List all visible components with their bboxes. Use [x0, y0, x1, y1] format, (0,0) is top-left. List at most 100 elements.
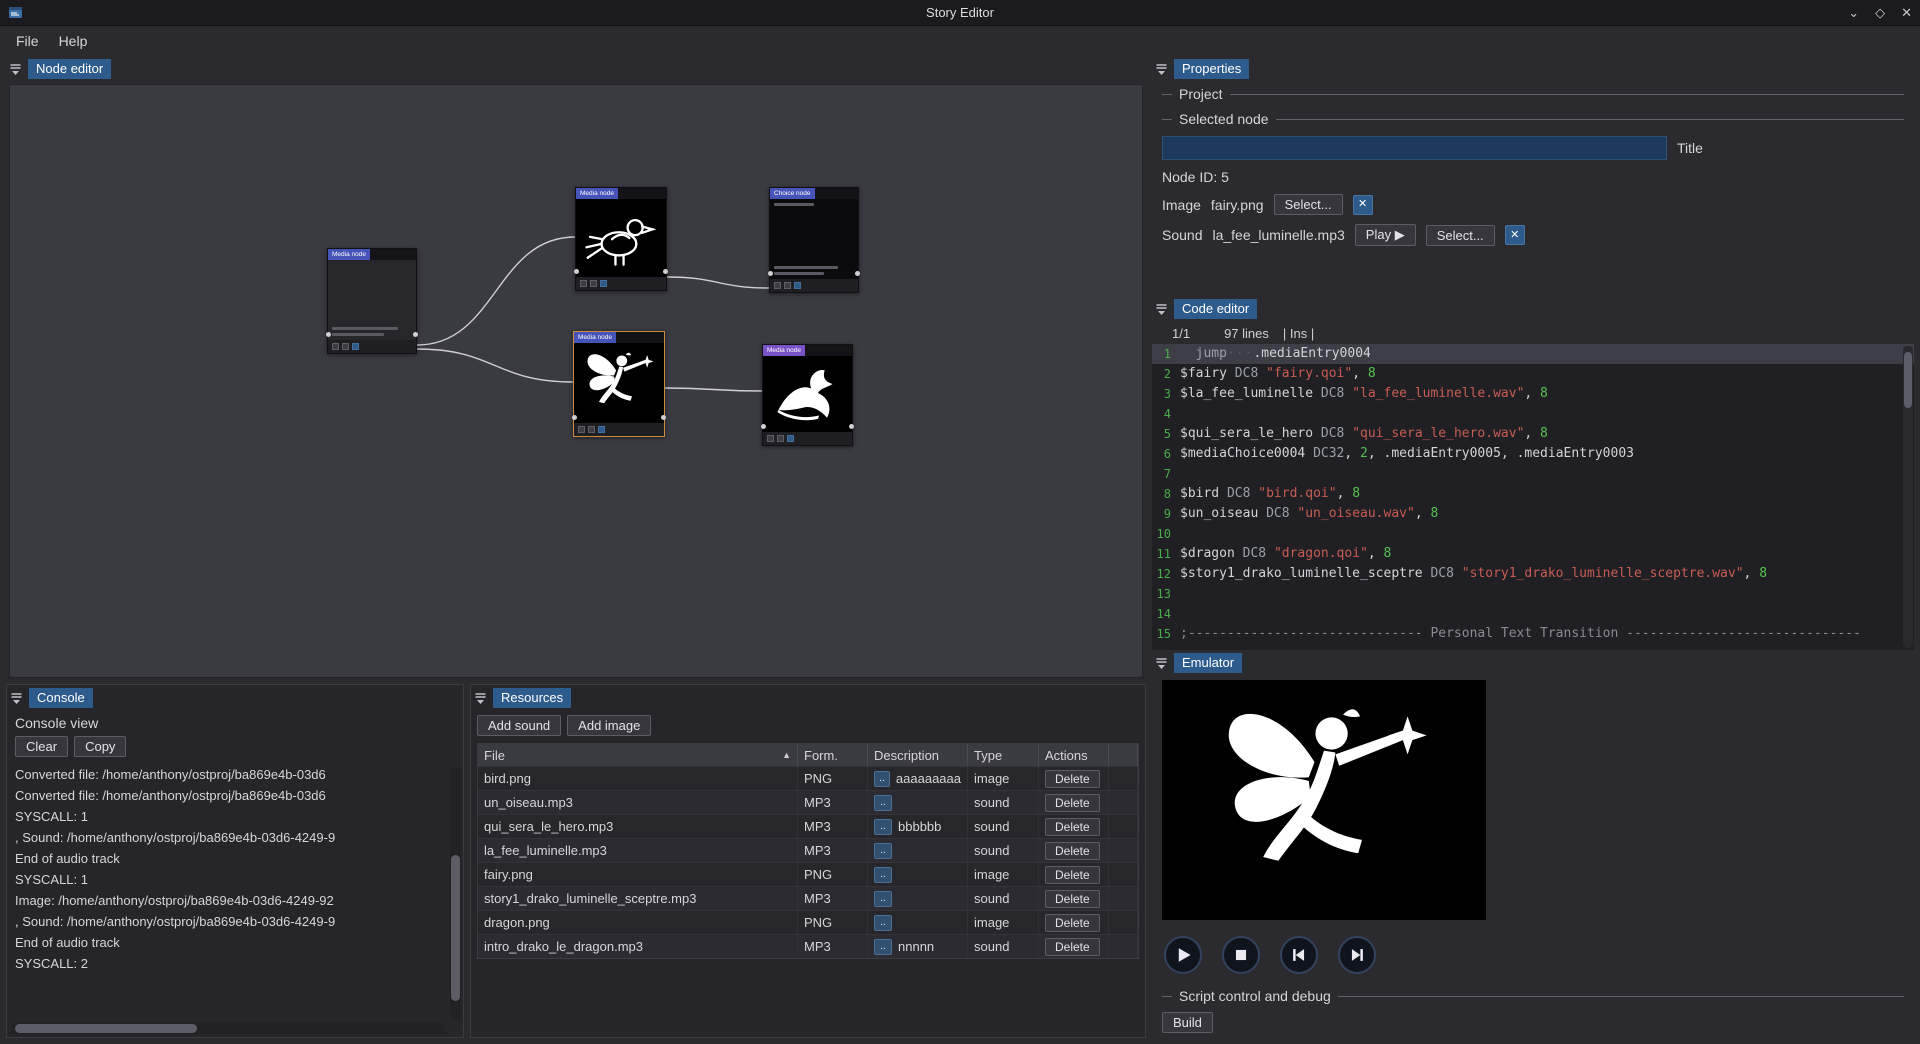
- delete-button[interactable]: Delete: [1045, 818, 1100, 836]
- panel-collapse-icon[interactable]: [1155, 303, 1168, 316]
- graph-node[interactable]: Media node: [575, 187, 667, 291]
- minimize-button[interactable]: ⌄: [1848, 5, 1859, 21]
- input-pin[interactable]: [572, 415, 577, 420]
- code-area[interactable]: 1 jump···.mediaEntry00042$fairy DC8 "fai…: [1152, 344, 1914, 650]
- node-mini-control[interactable]: [774, 282, 781, 289]
- table-row[interactable]: la_fee_luminelle.mp3MP3..soundDelete: [478, 838, 1138, 862]
- sound-select-button[interactable]: Select...: [1426, 225, 1495, 246]
- code-line[interactable]: 10: [1152, 524, 1914, 544]
- add-image-button[interactable]: Add image: [567, 715, 651, 736]
- code-line[interactable]: 11$dragon DC8 "dragon.qoi", 8: [1152, 544, 1914, 564]
- code-line[interactable]: 14: [1152, 604, 1914, 624]
- delete-button[interactable]: Delete: [1045, 770, 1100, 788]
- panel-collapse-icon[interactable]: [1155, 657, 1168, 670]
- edit-description-button[interactable]: ..: [874, 915, 892, 931]
- panel-collapse-icon[interactable]: [474, 692, 487, 705]
- output-pin[interactable]: [855, 271, 860, 276]
- play-button[interactable]: [1164, 936, 1202, 974]
- code-line[interactable]: 4: [1152, 404, 1914, 424]
- input-pin[interactable]: [768, 271, 773, 276]
- table-row[interactable]: dragon.pngPNG..imageDelete: [478, 910, 1138, 934]
- edit-description-button[interactable]: ..: [874, 795, 892, 811]
- edit-description-button[interactable]: ..: [874, 939, 892, 955]
- column-file[interactable]: File▲: [478, 744, 798, 766]
- node-mini-control[interactable]: [600, 280, 607, 287]
- node-mini-control[interactable]: [794, 282, 801, 289]
- panel-collapse-icon[interactable]: [9, 63, 22, 76]
- stop-button[interactable]: [1222, 936, 1260, 974]
- code-line[interactable]: 1 jump···.mediaEntry0004: [1152, 344, 1914, 364]
- input-pin[interactable]: [574, 269, 579, 274]
- prev-button[interactable]: [1280, 936, 1318, 974]
- delete-button[interactable]: Delete: [1045, 794, 1100, 812]
- scrollbar-thumb[interactable]: [451, 855, 460, 1001]
- image-clear-button[interactable]: ✕: [1353, 195, 1373, 215]
- node-mini-control[interactable]: [342, 343, 349, 350]
- code-line[interactable]: 3$la_fee_luminelle DC8 "la_fee_luminelle…: [1152, 384, 1914, 404]
- output-pin[interactable]: [661, 415, 666, 420]
- delete-button[interactable]: Delete: [1045, 890, 1100, 908]
- code-line[interactable]: 5$qui_sera_le_hero DC8 "qui_sera_le_hero…: [1152, 424, 1914, 444]
- input-pin[interactable]: [326, 332, 331, 337]
- maximize-button[interactable]: ◇: [1875, 5, 1885, 21]
- image-select-button[interactable]: Select...: [1274, 194, 1343, 215]
- node-mini-control[interactable]: [777, 435, 784, 442]
- tab-properties[interactable]: Properties: [1174, 59, 1249, 79]
- tab-code-editor[interactable]: Code editor: [1174, 299, 1257, 319]
- scrollbar-thumb[interactable]: [15, 1024, 197, 1033]
- tab-emulator[interactable]: Emulator: [1174, 653, 1242, 673]
- tab-node-editor[interactable]: Node editor: [28, 59, 111, 79]
- node-mini-control[interactable]: [784, 282, 791, 289]
- node-mini-control[interactable]: [332, 343, 339, 350]
- graph-node[interactable]: Media node: [573, 331, 665, 437]
- code-line[interactable]: 12$story1_drako_luminelle_sceptre DC8 "s…: [1152, 564, 1914, 584]
- edit-description-button[interactable]: ..: [874, 819, 892, 835]
- edit-description-button[interactable]: ..: [874, 867, 892, 883]
- graph-node[interactable]: Media node: [327, 248, 417, 354]
- console-horizontal-scrollbar[interactable]: [11, 1023, 445, 1034]
- titlebar[interactable]: Story Editor ⌄ ◇ ✕: [0, 0, 1920, 26]
- output-pin[interactable]: [413, 332, 418, 337]
- edit-description-button[interactable]: ..: [874, 843, 892, 859]
- sound-play-button[interactable]: Play ▶: [1355, 224, 1416, 246]
- table-row[interactable]: bird.pngPNG..aaaaaaaaaimageDelete: [478, 766, 1138, 790]
- title-input[interactable]: [1162, 136, 1667, 160]
- scrollbar-thumb[interactable]: [1904, 352, 1912, 408]
- close-button[interactable]: ✕: [1901, 5, 1912, 21]
- column-type[interactable]: Type: [968, 744, 1039, 766]
- graph-node[interactable]: Choice node: [769, 187, 859, 293]
- column-description[interactable]: Description: [868, 744, 968, 766]
- build-button[interactable]: Build: [1162, 1012, 1213, 1033]
- menu-file[interactable]: File: [6, 30, 49, 52]
- delete-button[interactable]: Delete: [1045, 938, 1100, 956]
- sound-clear-button[interactable]: ✕: [1505, 225, 1525, 245]
- delete-button[interactable]: Delete: [1045, 866, 1100, 884]
- code-line[interactable]: 15;------------------------------ Person…: [1152, 624, 1914, 644]
- node-mini-control[interactable]: [352, 343, 359, 350]
- edit-description-button[interactable]: ..: [874, 891, 892, 907]
- node-canvas[interactable]: Media node Media node Choice node Media nod…: [9, 84, 1143, 678]
- node-mini-control[interactable]: [767, 435, 774, 442]
- code-line[interactable]: 6$mediaChoice0004 DC32, 2, .mediaEntry00…: [1152, 444, 1914, 464]
- graph-node[interactable]: Media node: [762, 344, 853, 446]
- node-mini-control[interactable]: [588, 426, 595, 433]
- code-line[interactable]: 9$un_oiseau DC8 "un_oiseau.wav", 8: [1152, 504, 1914, 524]
- node-mini-control[interactable]: [598, 426, 605, 433]
- tab-console[interactable]: Console: [29, 688, 93, 708]
- table-row[interactable]: story1_drako_luminelle_sceptre.mp3MP3..s…: [478, 886, 1138, 910]
- node-mini-control[interactable]: [580, 280, 587, 287]
- node-mini-control[interactable]: [578, 426, 585, 433]
- column-format[interactable]: Form.: [798, 744, 868, 766]
- table-row[interactable]: intro_drako_le_dragon.mp3MP3..nnnnnsound…: [478, 934, 1138, 958]
- next-button[interactable]: [1338, 936, 1376, 974]
- code-line[interactable]: 8$bird DC8 "bird.qoi", 8: [1152, 484, 1914, 504]
- code-scrollbar[interactable]: [1903, 346, 1913, 648]
- code-line[interactable]: 7: [1152, 464, 1914, 484]
- menu-help[interactable]: Help: [49, 30, 98, 52]
- panel-collapse-icon[interactable]: [10, 692, 23, 705]
- delete-button[interactable]: Delete: [1045, 842, 1100, 860]
- clear-button[interactable]: Clear: [15, 736, 68, 757]
- edit-description-button[interactable]: ..: [874, 771, 890, 787]
- add-sound-button[interactable]: Add sound: [477, 715, 561, 736]
- output-pin[interactable]: [849, 424, 854, 429]
